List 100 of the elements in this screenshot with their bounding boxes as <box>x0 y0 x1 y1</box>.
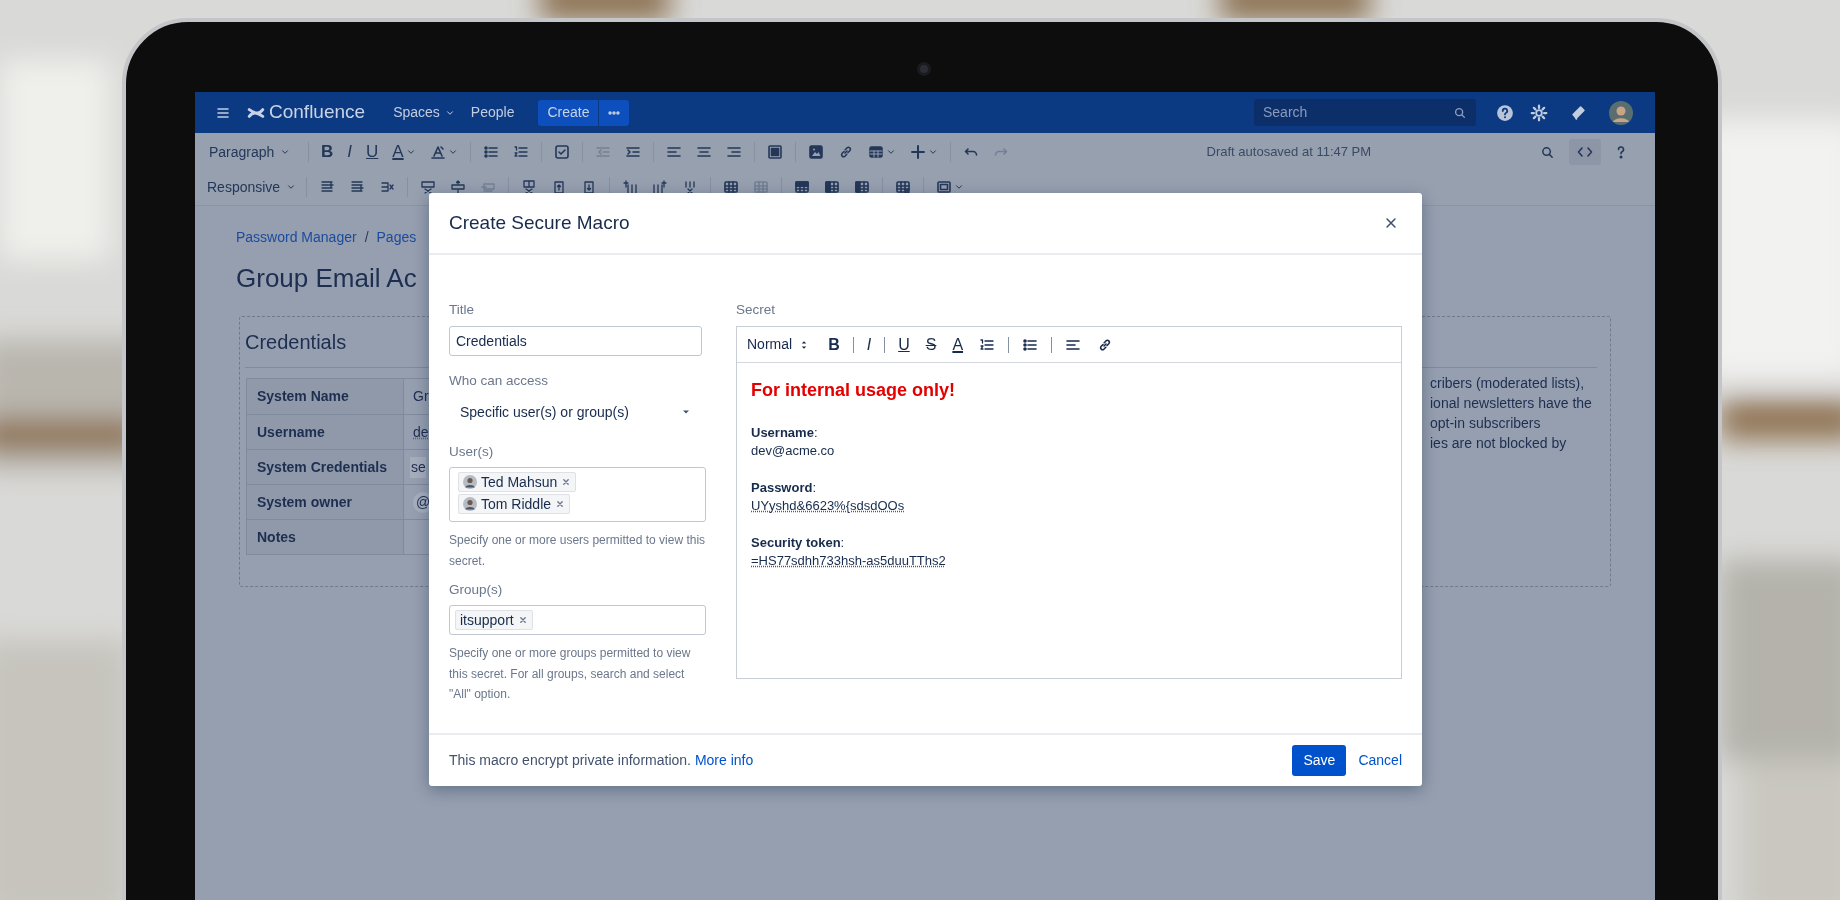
numbered-list-icon <box>512 144 529 160</box>
table-header-cell: System Name <box>247 379 404 414</box>
bullet-list-icon <box>482 144 499 160</box>
create-button[interactable]: Create <box>538 99 599 126</box>
delete-row-icon <box>379 179 395 195</box>
field-hint: Specify one or more users permitted to view this secret. <box>449 532 706 570</box>
title-input[interactable]: Credentials <box>449 326 702 356</box>
layout-icon <box>766 144 783 160</box>
macro-field[interactable]: se <box>410 456 426 478</box>
caret-icon <box>280 147 291 157</box>
page-title: Group Email Ac <box>236 262 418 295</box>
plus-icon <box>909 144 926 160</box>
user-chip[interactable]: Ted Mahsun <box>458 472 577 492</box>
copy-column-icon <box>551 179 567 195</box>
save-button[interactable]: Save <box>1292 745 1347 776</box>
underline-button[interactable]: U <box>359 138 386 166</box>
remove-icon <box>555 499 566 509</box>
copy-row-icon <box>450 179 466 195</box>
source-button[interactable] <box>1569 139 1601 165</box>
secret-editor[interactable]: Normal B I U S A For internal usage only! Username: dev@acme.co Password: UYyshd&6623%{sdsdOOs Security token: =HS77sdhh733hsh-as5duuTThs2 <box>736 326 1402 679</box>
clear-format-icon <box>429 144 446 160</box>
insert-row-icon <box>349 179 365 195</box>
breadcrumb-separator: / <box>364 228 369 247</box>
secret-value: UYyshd&6623%{sdsdOOs <box>751 497 905 515</box>
caret-icon <box>927 147 938 157</box>
notes-text-line: ional newsletters have the <box>1430 394 1593 413</box>
indent-icon <box>624 144 641 160</box>
cut-row-icon <box>420 179 436 195</box>
bold-button[interactable]: B <box>820 332 848 357</box>
notes-text-line: opt-in subscribers <box>1430 414 1542 433</box>
secret-label: Security token: <box>751 534 846 552</box>
cancel-link[interactable]: Cancel <box>1358 750 1402 771</box>
notes-text-line: cribers (moderated lists), <box>1430 374 1586 393</box>
header-row-icon <box>794 179 810 195</box>
table-header-cell: Notes <box>247 520 404 554</box>
bold-button[interactable]: B <box>314 138 341 166</box>
remove-button[interactable] <box>517 615 528 625</box>
secret-value: dev@acme.co <box>751 442 836 460</box>
field-label: Who can access <box>449 372 550 390</box>
align-right-icon <box>725 144 742 160</box>
table-grid-icon <box>723 179 739 195</box>
user-chip[interactable]: Tom Riddle <box>458 494 571 514</box>
table-icon <box>867 144 884 160</box>
field-hint: Specify one or more groups permitted to view this secret. For all groups, search and select "All" option. <box>449 645 692 703</box>
remove-button[interactable] <box>555 499 566 509</box>
groups-input[interactable]: itsupport <box>449 605 706 635</box>
outdent-icon <box>594 144 611 160</box>
close-icon <box>1384 216 1398 230</box>
nav-link[interactable]: Spaces <box>385 102 463 123</box>
table-grid-icon <box>753 179 769 195</box>
caret-icon <box>447 147 458 157</box>
remove-button[interactable] <box>561 477 572 487</box>
numbered-table-icon <box>854 179 870 195</box>
style-dropdown[interactable]: Paragraph <box>209 141 303 163</box>
numbered-list-icon <box>979 336 996 353</box>
checkbox-icon <box>553 144 570 160</box>
avatar-icon <box>463 475 477 489</box>
search-field[interactable]: Search <box>1254 99 1476 126</box>
close-button[interactable] <box>1384 216 1398 230</box>
table-header-cell: System Credentials <box>247 450 404 484</box>
delete-table-icon <box>895 179 911 195</box>
text-color-button[interactable]: A <box>385 138 423 166</box>
align-left-icon <box>665 144 682 160</box>
avatar-icon <box>463 497 477 511</box>
caret-icon <box>954 182 964 192</box>
remove-icon <box>561 477 572 487</box>
italic-button[interactable]: I <box>340 138 359 166</box>
caret-icon <box>286 182 297 192</box>
table-header-cell: Username <box>247 415 404 449</box>
more-button[interactable] <box>599 99 630 126</box>
code-icon <box>1577 144 1593 160</box>
insert-column-icon <box>652 179 668 195</box>
style-dropdown[interactable]: Responsive <box>207 176 301 198</box>
strike-button[interactable]: S <box>917 332 945 357</box>
field-label: Secret <box>736 301 777 319</box>
cell-properties-icon <box>936 179 952 195</box>
caret-icon <box>405 147 416 157</box>
confluence-logo[interactable]: Confluence <box>247 98 366 127</box>
cut-column-icon <box>521 179 537 195</box>
header-column-icon <box>824 179 840 195</box>
group-chip[interactable]: itsupport <box>455 610 533 630</box>
format-select[interactable]: Normal <box>747 334 811 355</box>
table-header-cell: System owner <box>247 485 404 519</box>
caret-icon <box>885 147 896 157</box>
settings-button[interactable] <box>1530 103 1548 122</box>
search-icon <box>1540 144 1555 160</box>
delete-column-icon <box>682 179 698 195</box>
text-color-button[interactable]: A <box>944 332 972 357</box>
profile-button[interactable] <box>1609 100 1633 125</box>
more-info-link[interactable]: More info <box>694 752 754 768</box>
underline-button[interactable]: U <box>890 332 918 357</box>
field-label: User(s) <box>449 443 495 461</box>
table-cell-text: Gr <box>413 387 429 406</box>
search-icon <box>1453 105 1467 120</box>
help-button[interactable] <box>1496 103 1514 122</box>
access-select[interactable]: Specific user(s) or group(s) <box>449 398 702 426</box>
users-input[interactable]: Ted Mahsun Tom Riddle <box>449 467 706 522</box>
nav-link[interactable]: People <box>462 102 523 123</box>
italic-button[interactable]: I <box>858 332 880 357</box>
secret-value: =HS77sdhh733hsh-as5duuTThs2 <box>751 552 946 570</box>
